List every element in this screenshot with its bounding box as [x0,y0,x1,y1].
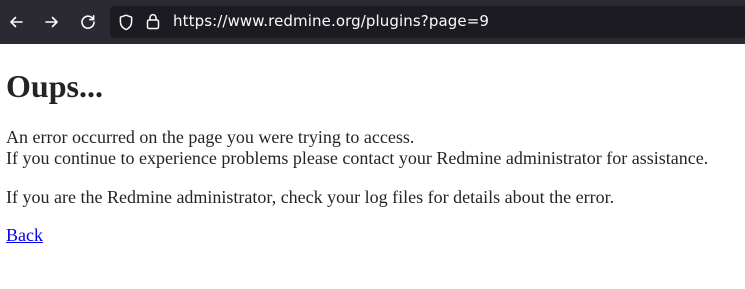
reload-button[interactable] [75,9,101,35]
shield-icon[interactable] [118,14,134,31]
back-arrow-icon [10,16,23,28]
lock-icon[interactable] [146,13,160,30]
page-title: Oups... [6,68,103,104]
browser-toolbar: https://www.redmine.org/plugins?page=9 [0,0,745,44]
address-bar[interactable]: https://www.redmine.org/plugins?page=9 [110,6,745,38]
back-link[interactable]: Back [6,225,43,246]
error-message-line-1: An error occurred on the page you were t… [6,127,415,147]
url-text[interactable]: https://www.redmine.org/plugins?page=9 [173,12,489,30]
back-button[interactable] [3,9,29,35]
error-message-line-2: If you continue to experience problems p… [6,148,709,168]
error-page: Oups... An error occurred on the page yo… [6,44,741,246]
forward-button[interactable] [39,9,65,35]
forward-arrow-icon [45,16,58,28]
admin-message: If you are the Redmine administrator, ch… [6,187,615,207]
reload-icon [81,15,95,29]
error-message: An error occurred on the page you were t… [6,127,741,169]
